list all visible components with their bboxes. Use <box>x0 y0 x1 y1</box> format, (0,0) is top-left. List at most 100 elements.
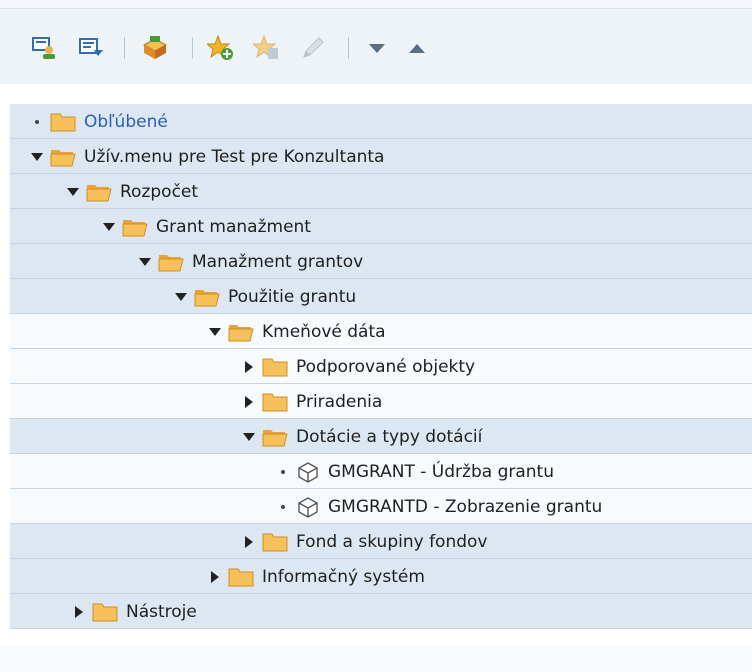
tree-row-content: Dotácie a typy dotácií <box>242 419 482 454</box>
tree-row[interactable]: Obľúbené <box>10 104 752 139</box>
add-to-favorites-button[interactable] <box>204 31 238 65</box>
tree-node-label[interactable]: Podporované objekty <box>296 357 475 377</box>
tree-node-label[interactable]: Dotácie a typy dotácií <box>296 427 482 447</box>
tree-node-label[interactable]: Kmeňové dáta <box>262 322 386 342</box>
folder-icon <box>194 287 220 307</box>
folder-closed-icon <box>50 113 76 131</box>
transaction-cube-icon <box>298 461 318 483</box>
expand-toggle[interactable] <box>138 255 152 269</box>
sap-menu-button[interactable] <box>74 31 108 65</box>
user-menu-icon <box>32 37 55 59</box>
collapsed-arrow-icon <box>245 535 253 548</box>
expanded-arrow-icon <box>67 187 79 196</box>
tree-row[interactable]: Rozpočet <box>10 174 752 209</box>
folder-closed-icon <box>92 603 118 621</box>
tree-node-label[interactable]: Nástroje <box>126 602 197 622</box>
user-menu-button[interactable] <box>28 31 62 65</box>
tree-node-label[interactable]: Užív.menu pre Test pre Konzultanta <box>84 147 384 167</box>
tree-node-label[interactable]: Informačný systém <box>262 567 425 587</box>
tree-row[interactable]: Grant manažment <box>10 209 752 244</box>
transaction-cube-icon <box>298 496 318 518</box>
move-up-button[interactable] <box>400 31 434 65</box>
tree-row-content: Obľúbené <box>30 104 168 139</box>
tree-row-content: Podporované objekty <box>242 349 475 384</box>
tree-node-label[interactable]: GMGRANTD - Zobrazenie grantu <box>328 497 602 517</box>
leaf-marker <box>276 500 290 514</box>
tree-row[interactable]: Nástroje <box>10 594 752 629</box>
tree-node-label[interactable]: Manažment grantov <box>192 252 363 272</box>
expand-toggle[interactable] <box>208 570 222 584</box>
tree-row[interactable]: Použitie grantu <box>10 279 752 314</box>
toolbar-separator <box>192 37 193 59</box>
tree-row[interactable]: Dotácie a typy dotácií <box>10 419 752 454</box>
expand-toggle[interactable] <box>174 290 188 304</box>
folder-open-icon <box>228 324 254 341</box>
collapsed-arrow-icon <box>211 570 219 583</box>
triangle-up-icon <box>409 44 425 53</box>
expand-toggle[interactable] <box>242 430 256 444</box>
folder-icon <box>122 217 148 237</box>
tree-empty-area <box>0 646 752 672</box>
expand-toggle[interactable] <box>242 360 256 374</box>
change-favorite-button[interactable] <box>296 31 330 65</box>
expand-toggle[interactable] <box>30 150 44 164</box>
window-top-edge <box>0 0 752 8</box>
tree-node-label[interactable]: GMGRANT - Údržba grantu <box>328 462 554 482</box>
tree-row-content: Priradenia <box>242 384 382 419</box>
expand-toggle[interactable] <box>242 535 256 549</box>
expand-toggle[interactable] <box>242 395 256 409</box>
tree-row-content: Užív.menu pre Test pre Konzultanta <box>30 139 384 174</box>
expanded-arrow-icon <box>103 222 115 231</box>
folder-icon <box>262 427 288 447</box>
tree-row-content: Informačný systém <box>208 559 425 594</box>
expand-toggle[interactable] <box>66 185 80 199</box>
expand-toggle[interactable] <box>208 325 222 339</box>
folder-open-icon <box>50 149 76 166</box>
folder-open-icon <box>158 254 184 271</box>
business-workplace-button[interactable] <box>138 31 172 65</box>
tree-row[interactable]: Kmeňové dáta <box>10 314 752 349</box>
folder-open-icon <box>194 289 220 306</box>
expanded-arrow-icon <box>31 152 43 161</box>
leaf-dot-icon <box>35 119 39 124</box>
folder-open-icon <box>122 219 148 236</box>
expand-toggle[interactable] <box>72 605 86 619</box>
delete-favorite-button[interactable] <box>250 31 284 65</box>
toolbar-separator <box>348 37 349 59</box>
leaf-dot-icon <box>281 504 285 509</box>
tree-row-content: Fond a skupiny fondov <box>242 524 487 559</box>
tree-node-label[interactable]: Použitie grantu <box>228 287 356 307</box>
tree-node-label[interactable]: Grant manažment <box>156 217 311 237</box>
folder-icon <box>86 182 112 202</box>
tree-row[interactable]: Priradenia <box>10 384 752 419</box>
tree-node-label[interactable]: Obľúbené <box>84 112 168 132</box>
tree-row[interactable]: Užív.menu pre Test pre Konzultanta <box>10 139 752 174</box>
tree-row[interactable]: Informačný systém <box>10 559 752 594</box>
tree-node-label[interactable]: Fond a skupiny fondov <box>296 532 487 552</box>
tree-node-label[interactable]: Priradenia <box>296 392 382 412</box>
tree-row-content: Rozpočet <box>66 174 198 209</box>
tree-row[interactable]: Fond a skupiny fondov <box>10 524 752 559</box>
tree-row-content: Nástroje <box>72 594 197 629</box>
tree-row[interactable]: GMGRANT - Údržba grantu <box>10 454 752 489</box>
star-add-icon <box>207 35 233 60</box>
collapsed-arrow-icon <box>75 605 83 618</box>
folder-open-icon <box>262 429 288 446</box>
sap-menu-icon <box>79 38 103 56</box>
tree-row-content: GMGRANT - Údržba grantu <box>276 454 554 489</box>
tree-row[interactable]: GMGRANTD - Zobrazenie grantu <box>10 489 752 524</box>
triangle-down-icon <box>369 44 385 53</box>
inbox-icon <box>142 36 168 59</box>
folder-closed-icon <box>262 533 288 551</box>
tree-row[interactable]: Podporované objekty <box>10 349 752 384</box>
move-down-button[interactable] <box>360 31 394 65</box>
expand-toggle[interactable] <box>102 220 116 234</box>
star-delete-icon <box>253 35 278 59</box>
tree-row[interactable]: Manažment grantov <box>10 244 752 279</box>
folder-icon <box>262 532 288 552</box>
tree-node-label[interactable]: Rozpočet <box>120 182 198 202</box>
folder-closed-icon <box>262 393 288 411</box>
expanded-arrow-icon <box>243 432 255 441</box>
folder-icon <box>262 357 288 377</box>
leaf-marker <box>30 115 44 129</box>
